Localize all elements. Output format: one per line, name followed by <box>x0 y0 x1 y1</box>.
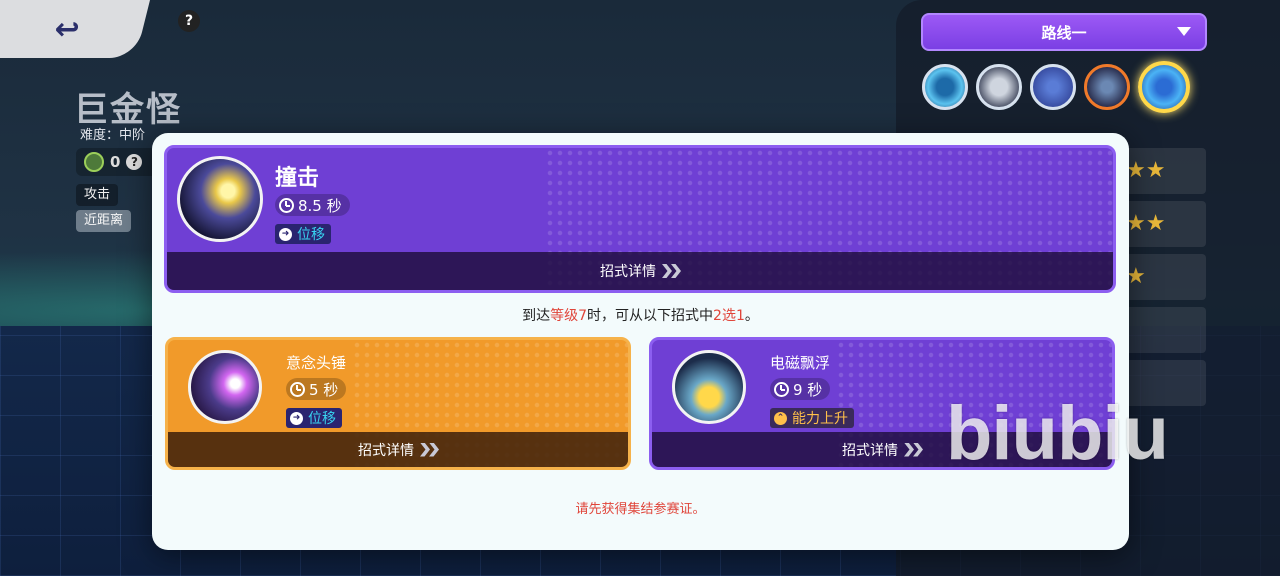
tag-attack: 攻击 <box>76 184 119 206</box>
move-details-label: 招式详情 <box>842 442 898 459</box>
dash-skill-icon[interactable] <box>1084 64 1130 110</box>
move-name: 电磁飘浮 <box>770 354 831 372</box>
move-name: 撞击 <box>275 166 320 191</box>
move-name: 意念头锤 <box>286 354 347 372</box>
clock-icon <box>290 381 305 397</box>
chevron-down-icon <box>1177 27 1191 36</box>
move-details-button[interactable]: 招式详情 <box>168 432 628 467</box>
route-dropdown[interactable]: 路线一 <box>921 13 1207 51</box>
unlock-middle: 时，可从以下招式中 <box>587 308 714 324</box>
move-modal: 撞击 8.5 秒 ➜ 位移 招式详情 到达等级7时，可从以下招式中2选1。 意念… <box>152 133 1129 550</box>
watermark-logo: biubiu <box>946 391 1169 476</box>
clock-icon <box>774 381 789 397</box>
clock-icon <box>279 197 294 213</box>
move-type-tag: ➜ 位移 <box>275 224 331 244</box>
notice-text: 请先获得集结参赛证。 <box>575 502 706 517</box>
unlock-suffix: 。 <box>744 308 759 324</box>
move-type-tag: ➜ 位移 <box>286 408 342 428</box>
unlock-level: 等级7 <box>550 308 588 324</box>
rating-row: ★★ <box>1120 201 1206 247</box>
back-arrow-icon: ↩ <box>55 11 81 47</box>
medal-icon <box>84 152 104 172</box>
double-chevron-right-icon <box>904 442 923 457</box>
skill-icon-row <box>922 60 1212 114</box>
cooldown-value: 9 秒 <box>793 380 823 399</box>
cooldown-pill: 9 秒 <box>770 378 831 400</box>
move-type-label: 能力上升 <box>792 411 848 427</box>
main-move-card[interactable]: 撞击 8.5 秒 ➜ 位移 招式详情 <box>164 145 1116 293</box>
cooldown-value: 5 秒 <box>309 380 339 399</box>
score-value: 0 <box>110 153 121 171</box>
shell-skill-icon[interactable] <box>976 64 1022 110</box>
move-type-label: 位移 <box>297 227 325 243</box>
buff-type-icon: ⌃ <box>774 411 787 425</box>
route-dropdown-label: 路线一 <box>1041 23 1087 42</box>
rating-row: ★ <box>1120 254 1206 300</box>
rating-row <box>1120 307 1206 353</box>
move-type-tag: ⌃ 能力上升 <box>770 408 854 428</box>
magnet-rise-move-icon <box>672 350 746 424</box>
rating-row: ★★ <box>1120 148 1206 194</box>
tackle-move-icon <box>177 156 263 242</box>
tag-range: 近距离 <box>76 210 132 232</box>
double-chevron-right-icon <box>420 442 439 457</box>
score-help-icon[interactable]: ? <box>126 154 143 170</box>
difficulty-label: 难度：中阶 <box>80 128 146 143</box>
unlock-choice: 2选1 <box>713 308 745 324</box>
unlock-prefix: 到达 <box>522 308 551 324</box>
cooldown-pill: 5 秒 <box>286 378 347 400</box>
dash-type-icon: ➜ <box>279 227 292 241</box>
double-chevron-right-icon <box>662 264 681 278</box>
back-button[interactable]: ↩ <box>0 0 151 58</box>
move-type-label: 位移 <box>308 411 336 427</box>
unlock-info: 到达等级7时，可从以下招式中2选1。 <box>152 305 1129 325</box>
cooldown-pill: 8.5 秒 <box>275 194 350 216</box>
move-details-button[interactable]: 招式详情 <box>167 252 1113 290</box>
gear-skill-icon[interactable] <box>922 64 968 110</box>
rating-list: ★★ ★★ ★ <box>1120 148 1206 413</box>
psychic-skill-icon[interactable] <box>1030 64 1076 110</box>
selected-skill-icon[interactable] <box>1138 61 1190 113</box>
help-icon[interactable]: ? <box>178 10 200 32</box>
zen-headbutt-move-icon <box>188 350 262 424</box>
move-details-label: 招式详情 <box>600 264 656 280</box>
cooldown-value: 8.5 秒 <box>298 196 342 215</box>
option-move-card-1[interactable]: 意念头锤 5 秒 ➜ 位移 招式详情 <box>165 337 631 470</box>
dash-type-icon: ➜ <box>290 411 303 425</box>
move-details-label: 招式详情 <box>358 442 414 459</box>
